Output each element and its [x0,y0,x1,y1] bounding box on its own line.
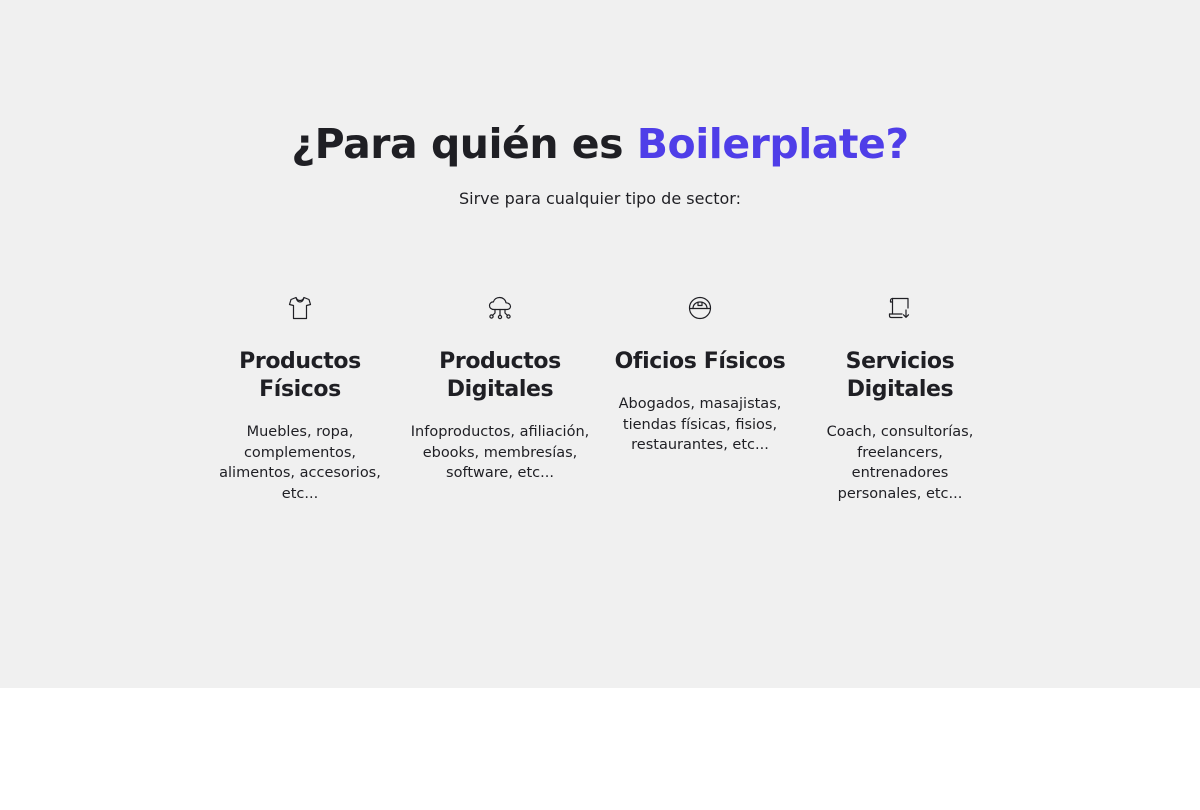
scroll-download-icon [888,297,910,319]
card-title-line1: Servicios [845,349,955,374]
card-description: Abogados, masajistas, tiendas físicas, f… [618,396,782,453]
card-title: Servicios Digitales [810,348,990,404]
section-title-highlight: Boilerplate? [636,120,909,168]
card-productos-fisicos: Productos Físicos Muebles, ropa, compleme… [210,294,390,504]
section-subtitle: Sirve para cualquier tipo de sector: [458,189,741,208]
card-title: Productos Digitales [410,348,590,404]
card-description: Coach, consultorías, freelancers, entren… [826,424,974,502]
card-productos-digitales: Productos Digitales Infoproductos, afilia… [410,294,590,484]
card-title: Oficios Físicos [610,348,790,376]
card-servicios-digitales: Servicios Digitales Coach, consultorías, … [810,294,990,504]
audience-section: ¿Para quién es Boilerplate? Sirve para c… [0,0,1200,688]
card-description: Muebles, ropa, complementos, alimentos, … [219,424,381,502]
hard-hat-icon [688,296,712,320]
card-title-line2: Físicos [259,377,341,402]
card-title-line1: Oficios Físicos [614,349,786,374]
cloud-network-icon [488,296,512,320]
section-title-prefix: ¿Para quién es [291,120,637,168]
card-oficios-fisicos: Oficios Físicos Abogados, masajistas, ti… [610,294,790,456]
card-description: Infoproductos, afiliación, ebooks, membr… [410,424,590,481]
card-title-line1: Productos [439,349,561,374]
card-title-line1: Productos [239,349,361,374]
t-shirt-icon [288,296,312,320]
card-title-line2: Digitales [446,377,554,402]
card-title-line2: Digitales [846,377,954,402]
section-title: ¿Para quién es Boilerplate? [0,118,1200,170]
card-title: Productos Físicos [210,348,390,404]
